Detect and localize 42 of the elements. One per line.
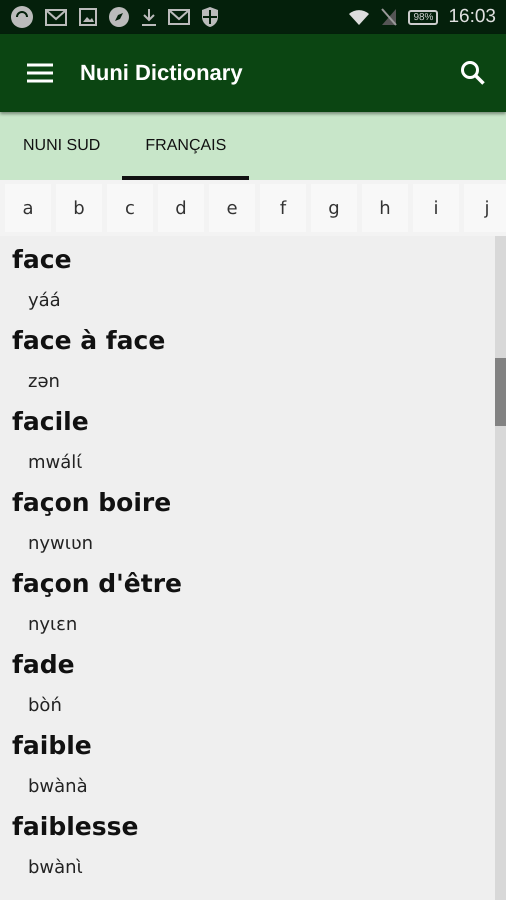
compass-icon	[108, 6, 130, 28]
headword[interactable]: face à face	[12, 321, 483, 361]
letter-button[interactable]: h	[362, 184, 408, 232]
letter-button[interactable]: d	[158, 184, 204, 232]
translation: bwànà	[27, 775, 89, 799]
headword[interactable]: facile	[12, 402, 483, 442]
letter-button[interactable]: b	[56, 184, 102, 232]
headword[interactable]: faiblesse	[12, 807, 483, 847]
download-icon	[140, 7, 158, 27]
headword[interactable]: façon boire	[12, 483, 483, 523]
letter-button[interactable]: c	[107, 184, 153, 232]
translation: bwànɩ̀	[27, 856, 84, 880]
scrollbar-thumb[interactable]	[495, 358, 506, 426]
clock-time: 16:03	[448, 6, 496, 28]
letter-button[interactable]: a	[5, 184, 51, 232]
headword[interactable]: façon d'être	[12, 564, 483, 604]
headword[interactable]: fade	[12, 645, 483, 685]
mail-icon	[44, 7, 68, 27]
translation: bòń	[27, 694, 63, 718]
letter-button[interactable]: j	[464, 184, 506, 232]
letter-button[interactable]: f	[260, 184, 306, 232]
wifi-icon	[348, 8, 370, 26]
app-title: Nuni Dictionary	[80, 60, 244, 86]
translation: mwálɩ́	[27, 451, 84, 475]
mail-icon	[168, 8, 190, 26]
menu-icon[interactable]	[26, 62, 54, 84]
headword[interactable]: faible	[12, 726, 483, 766]
app-logo-icon	[10, 5, 34, 29]
translation: zən	[27, 370, 61, 394]
shield-icon	[200, 6, 220, 28]
translation: nywɩʋn	[27, 532, 94, 556]
letter-button[interactable]: g	[311, 184, 357, 232]
headword[interactable]: face	[12, 240, 483, 280]
translation: yáá	[27, 289, 62, 313]
letter-button[interactable]: i	[413, 184, 459, 232]
search-icon[interactable]	[460, 60, 486, 86]
language-tab[interactable]: NUNI SUD	[11, 112, 112, 180]
no-signal-icon	[380, 7, 398, 27]
image-icon	[78, 7, 98, 27]
letter-button[interactable]: e	[209, 184, 255, 232]
translation: nyɩɛn	[27, 613, 78, 637]
battery-level: 98%	[408, 10, 438, 24]
